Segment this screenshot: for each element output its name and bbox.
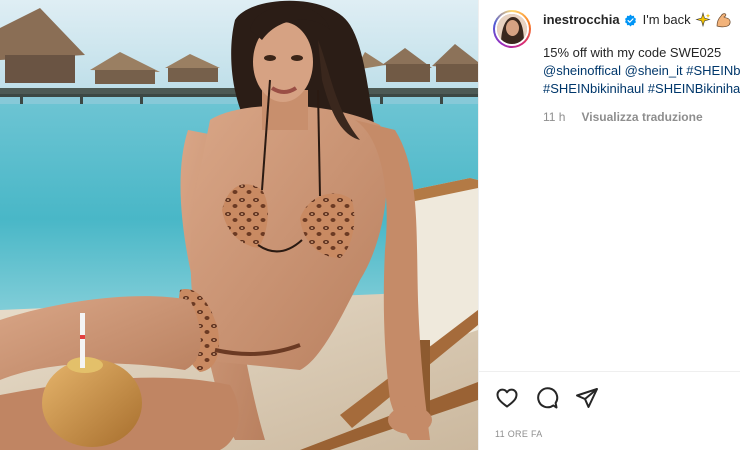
time-ago[interactable]: 11 h [543,108,565,126]
caption-meta: 11 h Visualizza traduzione [543,108,740,126]
heart-icon [496,388,518,408]
verified-badge-icon [624,14,637,27]
caption-line: @sheinoffical @shein_it #SHEINbikinihaul [543,62,740,80]
caption-line: #SHEINbikinihaul #SHEINBikinihaul [543,80,740,98]
translate-link[interactable]: Visualizza traduzione [581,108,702,126]
mention-link[interactable]: @sheinoffical [543,63,621,78]
beach-photo-image [0,0,478,450]
avatar-image [497,14,527,44]
caption-body: 15% off with my code SWE025 @sheinoffica… [543,44,740,98]
hashtag-link[interactable]: #SHEINBikinihaul [648,81,740,96]
avatar[interactable] [497,14,527,44]
post-caption: inestrocchia I'm back 15% off with my co… [543,10,740,126]
hashtag-link[interactable]: #SHEINbikinihaul [686,63,740,78]
post-photo[interactable] [0,0,478,450]
comment-button[interactable] [533,384,561,412]
instagram-post: inestrocchia I'm back 15% off with my co… [0,0,740,450]
hashtag-link[interactable]: #SHEINbikinihaul [543,81,644,96]
caption-title: I'm back [642,12,691,27]
username-link[interactable]: inestrocchia [543,11,620,29]
post-timestamp[interactable]: 11 ORE FA [495,429,543,439]
story-ring[interactable] [493,10,531,48]
post-sidebar: inestrocchia I'm back 15% off with my co… [478,0,740,450]
action-bar: 11 ORE FA [479,371,740,450]
like-button[interactable] [493,384,521,412]
paper-plane-icon [576,388,598,408]
caption-line: 15% off with my code SWE025 [543,44,740,62]
comment-icon [537,387,559,409]
sparkles-icon [695,12,711,28]
mention-link[interactable]: @shein_it [625,63,683,78]
flexed-biceps-icon [715,12,732,28]
share-button[interactable] [573,384,601,412]
promo-code-text: 15% off with my code SWE025 [543,45,722,60]
caption-row: inestrocchia I'm back 15% off with my co… [479,0,740,126]
